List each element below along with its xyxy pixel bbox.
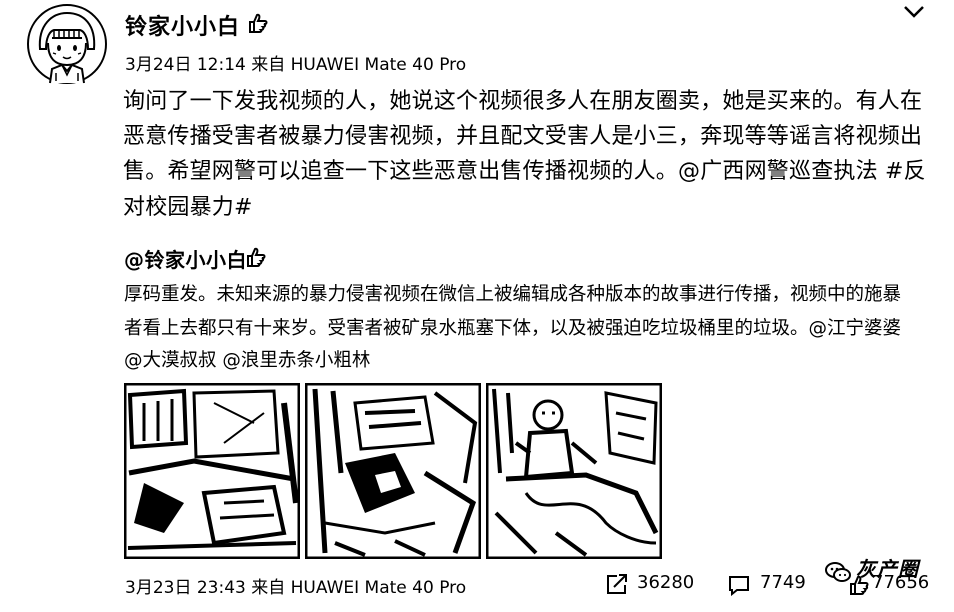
- post-meta: 3月24日 12:14 来自 HUAWEI Mate 40 Pro: [125, 55, 467, 75]
- repost-image-3[interactable]: [486, 383, 662, 559]
- comment-icon[interactable]: [727, 574, 751, 597]
- member-badge-icon[interactable]: [244, 245, 268, 269]
- share-icon[interactable]: [605, 573, 629, 595]
- repost-meta: 3月23日 23:43 来自 HUAWEI Mate 40 Pro: [125, 578, 467, 598]
- chevron-down-icon[interactable]: [902, 3, 926, 21]
- post-text-line[interactable]: 售。希望网警可以追查一下这些恶意出售传播视频的人。@广西网警巡查执法 #反: [123, 153, 926, 185]
- repost-text-line[interactable]: @大漠叔叔 @浪里赤条小粗林: [124, 346, 370, 372]
- avatar[interactable]: [26, 3, 108, 85]
- cartoon-girl-avatar-icon: [27, 4, 107, 84]
- share-count[interactable]: 36280: [637, 572, 694, 593]
- repost-username[interactable]: @铃家小小白: [124, 244, 247, 273]
- like-count[interactable]: 77656: [872, 572, 929, 593]
- member-badge-icon[interactable]: [246, 11, 270, 35]
- wechat-icon: [824, 560, 852, 584]
- repost-text-line: 厚码重发。未知来源的暴力侵害视频在微信上被编辑成各种版本的故事进行传播，视频中的…: [124, 284, 902, 305]
- repost-image-1[interactable]: [124, 383, 300, 559]
- comment-count[interactable]: 7749: [760, 572, 806, 593]
- post-username[interactable]: 铃家小小白: [125, 9, 240, 41]
- repost-text-line[interactable]: 者看上去都只有十来岁。受害者被矿泉水瓶塞下体，以及被强迫吃垃圾桶里的垃圾。@江宁…: [124, 314, 901, 340]
- post-text-line: 恶意传播受害者被暴力侵害视频，并且配文受害人是小三，奔现等等谣言将视频出: [123, 124, 923, 149]
- post-text-line: 询问了一下发我视频的人，她说这个视频很多人在朋友圈卖，她是买来的。有人在: [123, 89, 923, 114]
- repost-image-2[interactable]: [305, 383, 481, 559]
- post-text-line[interactable]: 对校园暴力#: [123, 189, 253, 221]
